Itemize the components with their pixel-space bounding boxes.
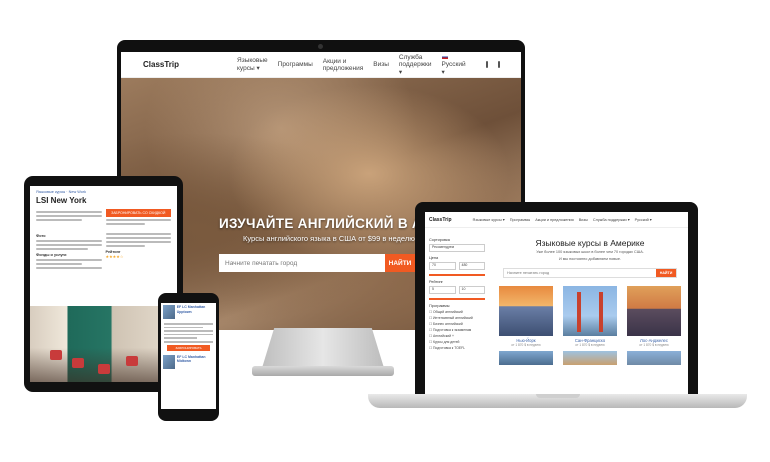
monitor-stand-neck <box>262 328 384 368</box>
city-card[interactable] <box>563 351 617 365</box>
program-checkbox[interactable]: ☐ Подготовка к TOEFL <box>429 346 485 350</box>
page-heading: Языковые курсы в Америке <box>535 238 645 248</box>
page-subheading-2: И мы постоянно добавляем новые. <box>558 257 622 261</box>
city-image <box>563 286 617 336</box>
city-card-new-york[interactable]: Нью-Йорк от 1 870 $ в неделю <box>499 286 553 347</box>
section-label-photo: Фото <box>36 234 46 238</box>
city-card[interactable] <box>627 351 681 365</box>
city-price: от 1 870 $ в неделю <box>511 343 541 347</box>
instagram-icon[interactable] <box>485 61 488 68</box>
breadcrumb[interactable]: Языковые курсы · New Work <box>30 186 177 194</box>
program-checkbox[interactable]: ☐ Английский + <box>429 334 485 338</box>
phone-device: EF LC Manhattan Upptown ЗАБРОНИРОВАТЬ EF… <box>158 293 219 421</box>
laptop-notch <box>536 394 580 398</box>
price-min-input[interactable]: 70 <box>429 262 456 270</box>
school-card[interactable]: EF LC Manhattan Midtown <box>161 353 216 371</box>
program-checkbox[interactable]: ☐ Подготовка к экзаменам <box>429 328 485 332</box>
program-checkbox[interactable]: ☐ Общий английский <box>429 310 485 314</box>
language-label: Русский ▾ <box>441 60 466 76</box>
city-search-input[interactable]: Начните печатать город <box>219 260 385 267</box>
rating-max-input[interactable]: 10 <box>458 286 485 294</box>
city-search-bar: Начните печатать город НАЙТИ <box>503 268 677 278</box>
monitor-stand-base <box>252 366 394 376</box>
city-card-san-francisco[interactable]: Сан-Франциско от 1 870 $ в неделю <box>563 286 617 347</box>
search-button[interactable]: НАЙТИ <box>385 254 415 272</box>
nav-item-offers[interactable]: Акции и предложения <box>323 58 364 72</box>
rating-stars-icon: ★★★★☆ <box>105 254 124 259</box>
results-main: Языковые курсы в Америке Уже более 100 я… <box>495 234 685 365</box>
price-max-input[interactable]: 480 <box>458 262 485 270</box>
hero-subtitle: Курсы английского языка в США от $99 в н… <box>243 234 415 243</box>
nav-item-support[interactable]: Служба поддержки ▾ <box>399 54 432 76</box>
account-icon[interactable] <box>497 61 500 68</box>
sort-select[interactable]: Рекомендуем <box>429 244 485 252</box>
tablet-screen: Языковые курсы · New Work LSI New York З… <box>30 186 177 382</box>
booking-details <box>105 219 171 225</box>
filters-sidebar: Сортировка Рекомендуем Цена 70 480 Рейти… <box>429 234 485 350</box>
laptop-nav: ClassTrip Языковые курсы ▾ Программы Акц… <box>425 212 688 228</box>
site-logo[interactable]: ClassTrip <box>143 60 179 69</box>
section-label-facilities: Фонды и услуги <box>36 253 67 257</box>
city-image <box>627 286 681 336</box>
rating-range-slider[interactable] <box>429 298 485 300</box>
programs-label: Программы <box>429 304 450 308</box>
school-description <box>36 209 102 227</box>
rating-label: Рейтинг <box>429 280 443 284</box>
nav-item-offers[interactable]: Акции и предложения <box>535 218 574 222</box>
language-selector[interactable]: Русский ▾ <box>441 54 466 76</box>
classroom-photo <box>30 306 177 382</box>
program-checkbox[interactable]: ☐ Интенсивный английский <box>429 316 485 320</box>
school-card[interactable]: EF LC Manhattan Upptown <box>161 303 216 321</box>
school-card-title: EF LC Manhattan Upptown <box>176 305 206 314</box>
site-logo[interactable]: ClassTrip <box>429 217 452 223</box>
city-grid: Нью-Йорк от 1 870 $ в неделю Сан-Францис… <box>499 286 681 347</box>
sort-label: Сортировка <box>429 238 450 242</box>
russia-flag-icon <box>441 54 448 59</box>
nav-item-visas[interactable]: Визы <box>373 61 389 68</box>
price-label: Цена <box>429 256 439 260</box>
webcam <box>318 44 323 49</box>
program-checkbox[interactable]: ☐ Бизнес английский <box>429 322 485 326</box>
phone-screen: EF LC Manhattan Upptown ЗАБРОНИРОВАТЬ EF… <box>161 303 216 409</box>
nav-item-courses[interactable]: Языковые курсы ▾ <box>237 57 268 72</box>
laptop-device: ClassTrip Языковые курсы ▾ Программы Акц… <box>415 202 698 396</box>
school-title: LSI New York <box>36 196 87 205</box>
school-thumbnail <box>163 354 175 369</box>
book-button[interactable]: ЗАБРОНИРОВАТЬ <box>167 344 210 351</box>
nav-item-support[interactable]: Служба поддержки ▾ <box>593 217 630 222</box>
school-card-title: EF LC Manhattan Midtown <box>176 354 206 364</box>
nav-item-courses[interactable]: Языковые курсы ▾ <box>473 217 505 222</box>
city-card[interactable] <box>499 351 553 365</box>
city-search-input[interactable]: Начните печатать город <box>504 269 656 277</box>
nav-item-programs[interactable]: Программы <box>278 61 313 68</box>
school-thumbnail <box>163 305 175 319</box>
city-price: от 1 870 $ в неделю <box>639 343 669 347</box>
nav-item-visas[interactable]: Визы <box>579 218 588 222</box>
rating-min-input[interactable]: 5 <box>429 286 456 294</box>
page-subheading: Уже более 100 языковых школ в более чем … <box>536 250 644 254</box>
book-discount-button[interactable]: ЗАБРОНИРОВАТЬ СО СКИДКОЙ <box>105 209 171 217</box>
city-card-los-angeles[interactable]: Лос-Анджелес от 1 870 $ в неделю <box>627 286 681 347</box>
devices-mockup: ClassTrip Языковые курсы ▾ Программы Акц… <box>0 0 770 462</box>
hero-search-bar: Начните печатать город НАЙТИ <box>219 254 415 272</box>
city-image <box>499 286 553 336</box>
desktop-nav: ClassTrip Языковые курсы ▾ Программы Акц… <box>121 52 521 78</box>
language-selector[interactable]: Русский ▾ <box>635 217 652 222</box>
city-grid-row-2 <box>499 351 681 365</box>
city-price: от 1 870 $ в неделю <box>575 343 605 347</box>
price-range-slider[interactable] <box>429 274 485 276</box>
nav-item-programs[interactable]: Программы <box>510 218 531 222</box>
search-button[interactable]: НАЙТИ <box>656 269 676 277</box>
laptop-screen: ClassTrip Языковые курсы ▾ Программы Акц… <box>425 212 688 396</box>
program-checkbox[interactable]: ☐ Курсы для детей <box>429 340 485 344</box>
